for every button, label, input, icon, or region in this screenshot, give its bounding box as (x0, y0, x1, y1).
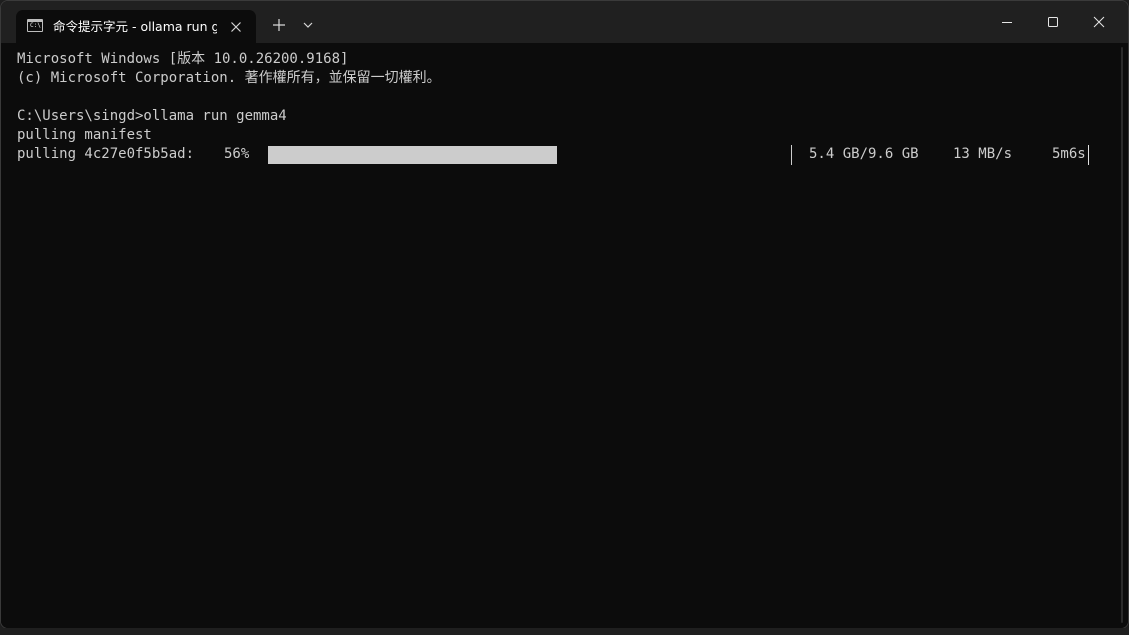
download-speed: 13 MB/s (953, 146, 1013, 162)
progress-bar-end (791, 145, 792, 165)
maximize-icon (1048, 17, 1058, 27)
tab-command-prompt[interactable]: C:\ 命令提示字元 - ollama run gemma4 (16, 10, 256, 43)
new-tab-button[interactable] (266, 12, 292, 38)
close-window-icon (1093, 16, 1105, 28)
close-window-button[interactable] (1076, 1, 1122, 43)
download-progress-fill (268, 146, 557, 164)
download-progress-bar (268, 146, 789, 164)
close-icon-svg (231, 22, 241, 32)
minimize-button[interactable] (984, 1, 1030, 43)
terminal-window: C:\ 命令提示字元 - ollama run gemma4 (0, 0, 1129, 629)
tab-title: 命令提示字元 - ollama run gemma4 (53, 19, 217, 34)
close-icon[interactable] (225, 16, 247, 38)
terminal-line: Microsoft Windows [版本 10.0.26200.9168] (17, 51, 349, 67)
vertical-scrollbar[interactable] (1118, 43, 1128, 628)
text-cursor (1088, 145, 1089, 165)
cmd-tab-icon-glyph: C:\ (30, 22, 41, 29)
scroll-thumb[interactable] (1121, 47, 1123, 623)
pull-prefix: pulling 4c27e0f5b5ad: (17, 146, 195, 162)
background-strip (0, 628, 1129, 635)
terminal-line: (c) Microsoft Corporation. 著作權所有，並保留一切權利… (17, 70, 441, 86)
terminal-line: pulling manifest (17, 127, 152, 143)
chevron-down-icon (303, 22, 313, 28)
terminal-output[interactable]: Microsoft Windows [版本 10.0.26200.9168] (… (1, 43, 1118, 628)
pull-percent: 56% (224, 146, 250, 162)
tab-dropdown-button[interactable] (298, 12, 318, 38)
maximize-button[interactable] (1030, 1, 1076, 43)
title-bar[interactable]: C:\ 命令提示字元 - ollama run gemma4 (1, 1, 1128, 43)
downloaded-size: 5.4 GB/9.6 GB (809, 146, 919, 162)
terminal-line: C:\Users\singd>ollama run gemma4 (17, 108, 287, 124)
minimize-icon (1002, 22, 1012, 23)
eta: 5m6s (1052, 146, 1086, 162)
cmd-tab-icon: C:\ (27, 19, 43, 32)
plus-icon (273, 19, 285, 31)
